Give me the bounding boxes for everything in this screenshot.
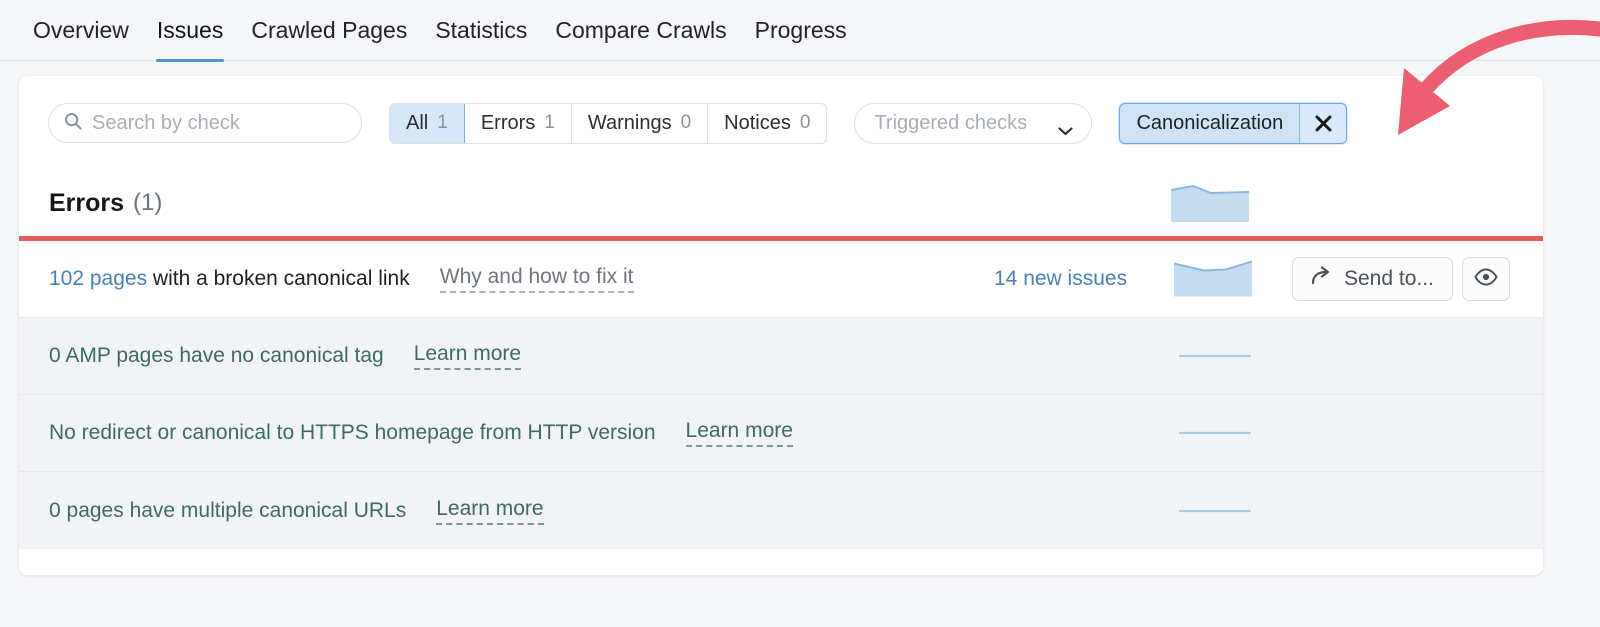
- issue-title-rest: with a broken canonical link: [147, 267, 410, 290]
- eye-icon: [1474, 268, 1498, 291]
- issue-count-link[interactable]: 102 pages: [49, 267, 147, 290]
- learn-more-link[interactable]: Learn more: [686, 419, 793, 447]
- tab-crawled-pages[interactable]: Crawled Pages: [237, 0, 421, 62]
- segment-count: 1: [437, 112, 448, 134]
- tab-label: Issues: [157, 17, 223, 43]
- issue-title: 0 AMP pages have no canonical tag: [49, 344, 384, 368]
- learn-more-link[interactable]: Learn more: [436, 497, 543, 525]
- segment-count: 1: [544, 112, 555, 134]
- triggered-checks-label: Triggered checks: [874, 112, 1027, 135]
- row-sparkline: [1174, 257, 1252, 302]
- tab-label: Compare Crawls: [555, 17, 726, 43]
- segment-label: All: [406, 112, 428, 135]
- table-row[interactable]: 102 pages with a broken canonical link W…: [19, 241, 1543, 318]
- filter-bar: All 1 Errors 1 Warnings 0 Notices 0 Trig…: [19, 76, 1543, 170]
- search-icon: [63, 111, 92, 136]
- send-to-button[interactable]: Send to...: [1292, 257, 1453, 301]
- active-filter-tag[interactable]: Canonicalization: [1119, 103, 1347, 144]
- tab-issues[interactable]: Issues: [143, 0, 237, 62]
- table-row[interactable]: 0 AMP pages have no canonical tag Learn …: [19, 318, 1543, 395]
- table-row[interactable]: 0 pages have multiple canonical URLs Lea…: [19, 472, 1543, 549]
- segment-count: 0: [800, 112, 811, 134]
- tab-compare-crawls[interactable]: Compare Crawls: [541, 0, 740, 62]
- segment-all[interactable]: All 1: [390, 104, 465, 143]
- close-icon[interactable]: [1300, 104, 1346, 143]
- main-tabbar: Overview Issues Crawled Pages Statistics…: [0, 0, 1600, 61]
- tab-label: Overview: [33, 17, 129, 43]
- severity-segmented-control: All 1 Errors 1 Warnings 0 Notices 0: [389, 103, 827, 144]
- issue-title: 0 pages have multiple canonical URLs: [49, 499, 406, 523]
- chevron-down-icon: [1058, 119, 1073, 128]
- tab-label: Statistics: [435, 17, 527, 43]
- segment-errors[interactable]: Errors 1: [465, 104, 572, 143]
- row-sparkline: [1179, 502, 1251, 520]
- share-arrow-icon: [1311, 266, 1333, 292]
- row-sparkline: [1179, 424, 1251, 442]
- issue-title: No redirect or canonical to HTTPS homepa…: [49, 421, 656, 445]
- section-title: Errors: [49, 189, 124, 218]
- search-box[interactable]: [48, 103, 362, 143]
- issues-page: Overview Issues Crawled Pages Statistics…: [0, 0, 1600, 627]
- issues-card: All 1 Errors 1 Warnings 0 Notices 0 Trig…: [19, 76, 1543, 575]
- row-sparkline: [1179, 347, 1251, 365]
- tab-progress[interactable]: Progress: [741, 0, 861, 62]
- learn-more-link[interactable]: Learn more: [414, 342, 521, 370]
- segment-label: Notices: [724, 112, 791, 135]
- segment-label: Errors: [481, 112, 535, 135]
- why-and-how-link[interactable]: Why and how to fix it: [440, 265, 634, 293]
- segment-count: 0: [681, 112, 692, 134]
- toggle-visibility-button[interactable]: [1462, 257, 1510, 301]
- issue-title: 102 pages with a broken canonical link: [49, 267, 410, 291]
- table-row[interactable]: No redirect or canonical to HTTPS homepa…: [19, 395, 1543, 472]
- tag-label: Canonicalization: [1120, 104, 1300, 143]
- tab-label: Progress: [755, 17, 847, 43]
- segment-label: Warnings: [588, 112, 672, 135]
- section-sparkline: [1171, 182, 1249, 227]
- segment-notices[interactable]: Notices 0: [708, 104, 826, 143]
- section-count: (1): [133, 189, 162, 217]
- send-to-label: Send to...: [1344, 267, 1434, 291]
- errors-section-header: Errors (1): [19, 170, 1543, 236]
- triggered-checks-dropdown[interactable]: Triggered checks: [854, 103, 1092, 144]
- segment-warnings[interactable]: Warnings 0: [572, 104, 708, 143]
- new-issues-link[interactable]: 14 new issues: [994, 267, 1127, 291]
- tab-overview[interactable]: Overview: [19, 0, 143, 62]
- search-input[interactable]: [92, 112, 347, 135]
- tab-label: Crawled Pages: [251, 17, 407, 43]
- tab-statistics[interactable]: Statistics: [421, 0, 541, 62]
